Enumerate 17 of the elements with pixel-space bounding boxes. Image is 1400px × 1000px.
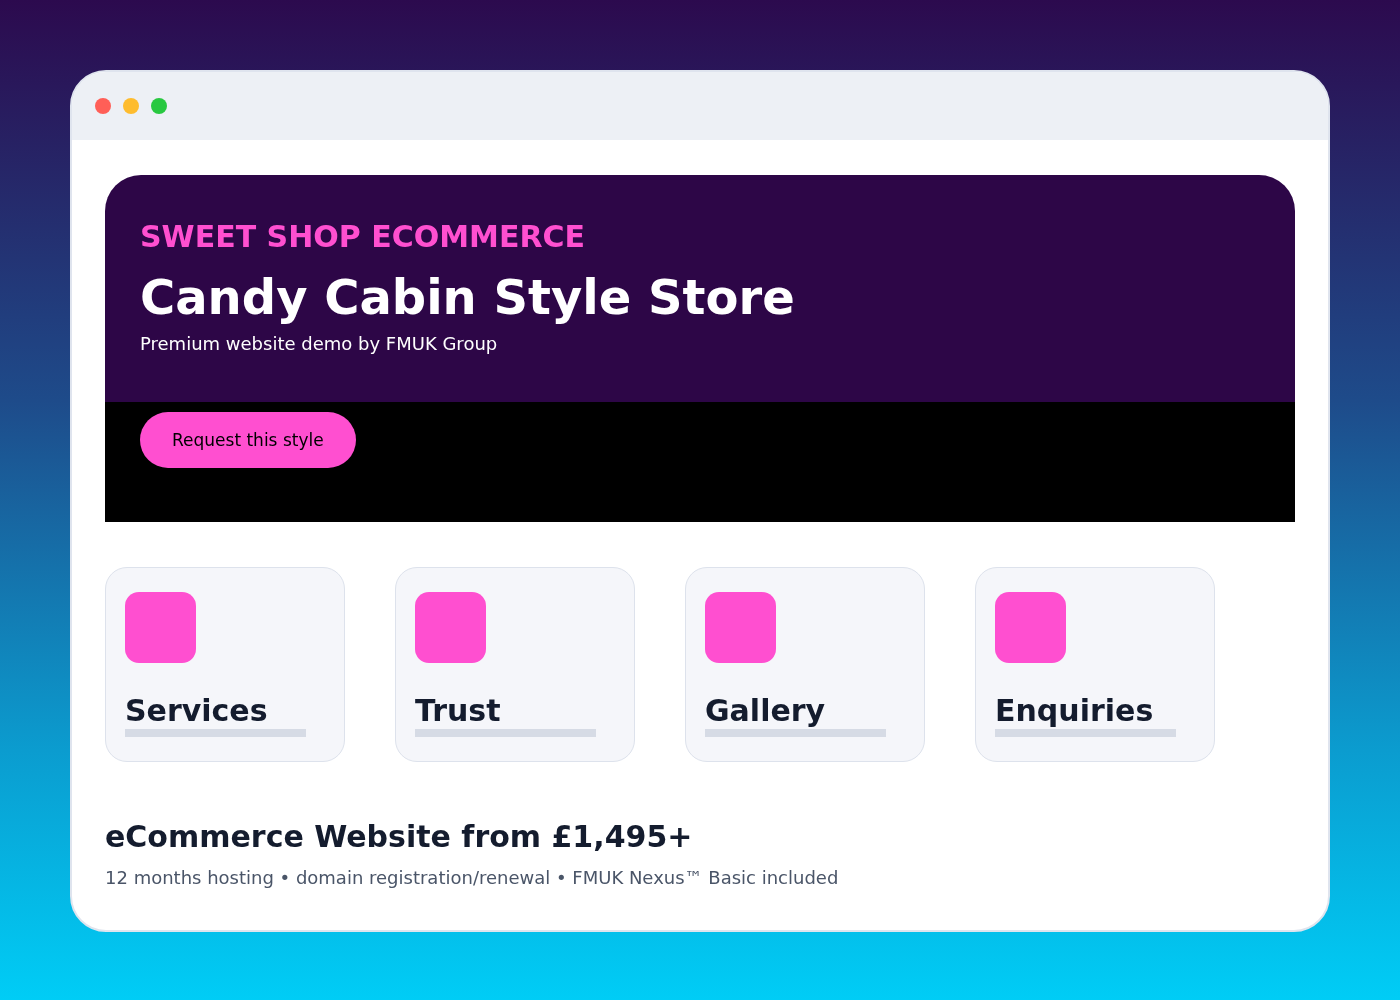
card-title: Gallery [705,692,826,729]
square-icon [705,591,776,663]
hero-kicker: SWEET SHOP ECOMMERCE [140,219,587,255]
maximize-icon[interactable] [151,98,167,114]
square-icon [415,591,486,663]
card-title: Services [125,692,268,729]
price-details: 12 months hosting • domain registration/renewal • FMUK Nexus™ Basic included [105,865,840,890]
minimize-icon[interactable] [123,98,139,114]
hero-subtitle: Premium website demo by FMUK Group [140,331,499,356]
card-title: Trust [415,692,501,729]
card-title: Enquiries [995,692,1154,729]
price-heading: eCommerce Website from £1,495+ [105,818,694,855]
square-icon [995,591,1066,663]
hero-title: Candy Cabin Style Store [140,269,796,327]
close-icon[interactable] [95,98,111,114]
request-style-button[interactable]: Request this style [140,411,356,468]
square-icon [125,591,196,663]
